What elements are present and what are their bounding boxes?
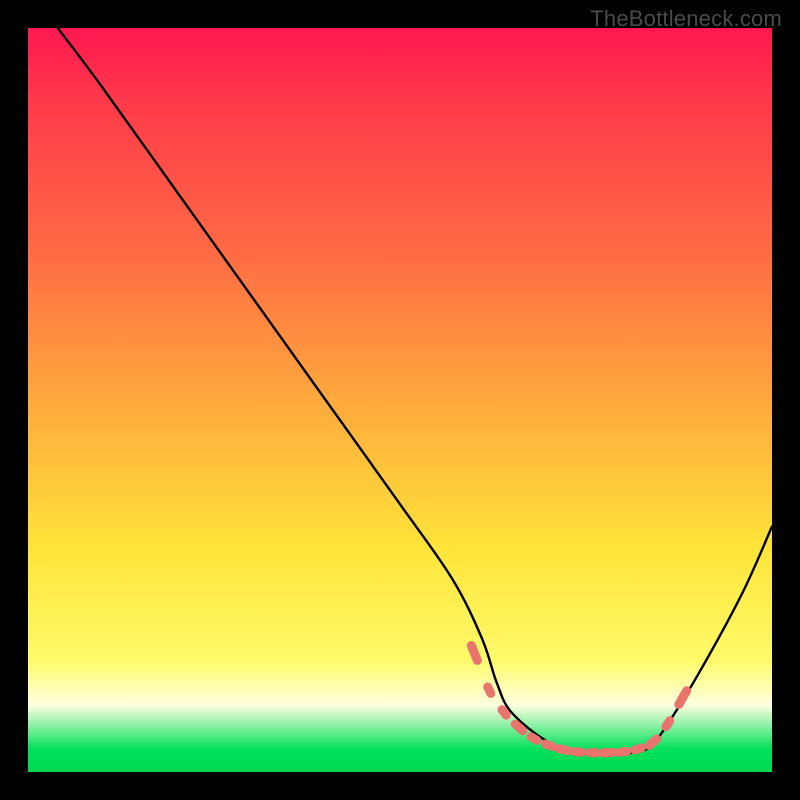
plateau-tick [559, 749, 569, 751]
plateau-tick [488, 687, 491, 693]
chart-frame: TheBottleneck.com [0, 0, 800, 800]
plateau-tick [531, 737, 537, 741]
plateau-tick [620, 752, 627, 753]
plateau-tick [502, 710, 506, 716]
plot-area [28, 28, 772, 772]
plateau-tick [679, 691, 687, 705]
plateau-tick [515, 724, 523, 731]
bottleneck-curve [58, 28, 772, 754]
plateau-tick [471, 646, 477, 661]
plateau-tick [546, 744, 553, 746]
plateau-tick [666, 721, 670, 727]
plateau-tick [575, 752, 582, 753]
plateau-tick [635, 748, 642, 750]
curve-layer [28, 28, 772, 772]
plateau-tick [649, 739, 657, 746]
